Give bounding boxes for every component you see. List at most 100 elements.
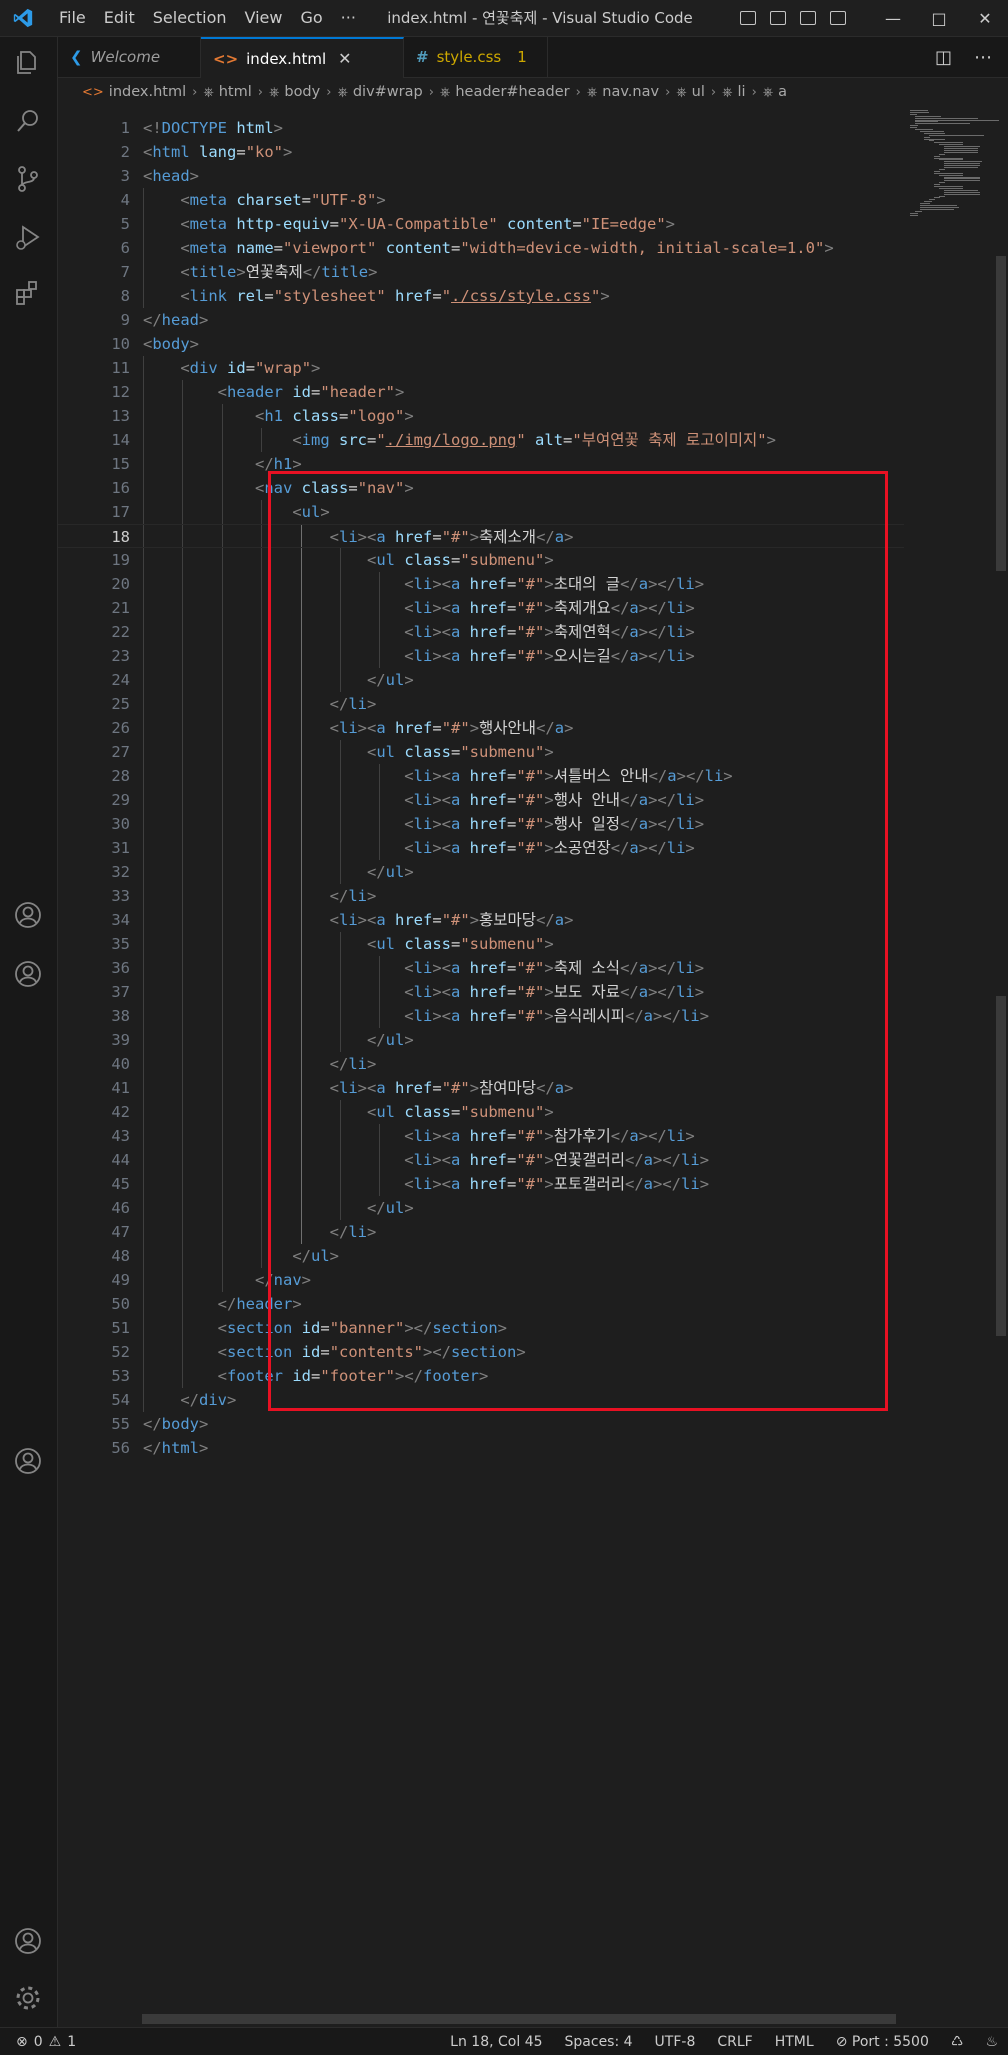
menu-edit[interactable]: Edit bbox=[95, 0, 144, 36]
code-text: <header id="header"> bbox=[143, 380, 405, 404]
code-token: = bbox=[236, 143, 246, 161]
code-token: head bbox=[152, 167, 190, 185]
code-editor[interactable]: 1 <!DOCTYPE html> 2 <html lang="ko"> 3 <head>… bbox=[58, 106, 904, 2026]
live-server-status[interactable]: ⊘ Port : 5500 bbox=[836, 2034, 929, 2050]
account-icon[interactable] bbox=[12, 899, 44, 931]
minimap-line bbox=[934, 142, 963, 144]
breadcrumb-item[interactable]: ⎈ div#wrap bbox=[337, 84, 422, 100]
explorer-icon[interactable] bbox=[12, 47, 44, 79]
code-token: " bbox=[441, 287, 452, 305]
toggle-primary-sidebar-icon[interactable] bbox=[740, 11, 756, 25]
eol-status[interactable]: CRLF bbox=[717, 2034, 752, 2050]
language-mode[interactable]: HTML bbox=[775, 2034, 814, 2050]
code-line[interactable]: 6 <meta name="viewport" content="width=d… bbox=[58, 236, 904, 260]
vertical-scrollbar[interactable] bbox=[994, 106, 1008, 2026]
menu-file[interactable]: File bbox=[50, 0, 95, 36]
code-token: " bbox=[591, 287, 601, 305]
code-token: </ bbox=[217, 1295, 237, 1313]
line-number: 20 bbox=[111, 575, 130, 593]
account-icon[interactable] bbox=[12, 1925, 44, 1957]
line-number: 29 bbox=[111, 791, 130, 809]
breadcrumb-item[interactable]: ⎈ a bbox=[763, 84, 787, 100]
maximize-button[interactable]: □ bbox=[916, 0, 962, 36]
breadcrumb-item[interactable]: ⎈ body bbox=[269, 84, 320, 100]
code-token: > bbox=[395, 383, 405, 401]
code-line[interactable]: 56 </html> bbox=[58, 1436, 904, 1460]
code-token: "IE=edge" bbox=[581, 215, 666, 233]
close-window-button[interactable]: ✕ bbox=[962, 0, 1008, 36]
gear-icon[interactable] bbox=[12, 1982, 44, 2014]
minimap[interactable] bbox=[904, 106, 999, 226]
line-number: 49 bbox=[111, 1271, 130, 1289]
line-number: 22 bbox=[111, 623, 130, 641]
tab-welcome[interactable]: ❮ Welcome bbox=[58, 37, 201, 77]
breadcrumb-label: index.html bbox=[108, 84, 187, 100]
breadcrumb-item[interactable]: ⎈ html bbox=[203, 84, 251, 100]
code-text: </div> bbox=[143, 1388, 236, 1412]
encoding-status[interactable]: UTF-8 bbox=[655, 2034, 696, 2050]
minimize-button[interactable]: — bbox=[870, 0, 916, 36]
toggle-secondary-sidebar-icon[interactable] bbox=[800, 11, 816, 25]
line-number: 16 bbox=[111, 479, 130, 497]
code-line[interactable]: 3 <head> bbox=[58, 164, 904, 188]
extensions-icon[interactable] bbox=[12, 277, 44, 309]
minimap-line bbox=[938, 187, 963, 189]
scrollbar-thumb[interactable] bbox=[996, 256, 1006, 571]
account-icon[interactable] bbox=[12, 958, 44, 990]
code-line[interactable]: 13 <h1 class="logo"> bbox=[58, 404, 904, 428]
code-line[interactable]: 5 <meta http-equiv="X-UA-Compatible" con… bbox=[58, 212, 904, 236]
toggle-panel-icon[interactable] bbox=[770, 11, 786, 25]
code-token: " bbox=[516, 431, 526, 449]
breadcrumb-item[interactable]: ⎈ ul bbox=[676, 84, 705, 100]
menu-selection[interactable]: Selection bbox=[144, 0, 236, 36]
search-icon[interactable] bbox=[12, 105, 44, 137]
bell-icon[interactable]: ♨ bbox=[985, 2034, 998, 2050]
code-line[interactable]: 10 <body> bbox=[58, 332, 904, 356]
line-number: 24 bbox=[111, 671, 130, 689]
code-line[interactable]: 4 <meta charset="UTF-8"> bbox=[58, 188, 904, 212]
close-icon[interactable]: ✕ bbox=[338, 49, 351, 68]
code-token: name bbox=[236, 239, 274, 257]
account-icon[interactable] bbox=[12, 1445, 44, 1477]
run-debug-icon[interactable] bbox=[12, 221, 44, 253]
code-text: <img src="./img/logo.png" alt="부여연꽃 축제 로… bbox=[143, 428, 776, 452]
breadcrumb-item[interactable]: ⎈ nav.nav bbox=[587, 84, 659, 100]
cursor-position[interactable]: Ln 18, Col 45 bbox=[450, 2034, 542, 2050]
indentation-status[interactable]: Spaces: 4 bbox=[565, 2034, 633, 2050]
minimap-line bbox=[943, 148, 979, 149]
minimap-line bbox=[934, 157, 963, 159]
tab-style-css[interactable]: # style.css 1 bbox=[404, 37, 548, 77]
code-line[interactable]: 9 </head> bbox=[58, 308, 904, 332]
code-line[interactable]: 55 </body> bbox=[58, 1412, 904, 1436]
code-line[interactable]: 14 <img src="./img/logo.png" alt="부여연꽃 축… bbox=[58, 428, 904, 452]
menu-view[interactable]: View bbox=[236, 0, 292, 36]
split-editor-icon[interactable]: ◫ bbox=[935, 47, 952, 68]
code-line[interactable]: 7 <title>연꽃축제</title> bbox=[58, 260, 904, 284]
code-line[interactable]: 12 <header id="header"> bbox=[58, 380, 904, 404]
code-token: "stylesheet" bbox=[273, 287, 386, 305]
code-token: html bbox=[152, 143, 190, 161]
customize-layout-icon[interactable] bbox=[830, 11, 846, 25]
code-token: > bbox=[766, 431, 776, 449]
code-line[interactable]: 8 <link rel="stylesheet" href="./css/sty… bbox=[58, 284, 904, 308]
breadcrumb-item[interactable]: ⎈ li bbox=[722, 84, 745, 100]
code-token: charset bbox=[236, 191, 302, 209]
line-number: 37 bbox=[111, 983, 130, 1001]
horizontal-scrollbar[interactable] bbox=[142, 2014, 896, 2024]
scrollbar-thumb[interactable] bbox=[996, 996, 1006, 1336]
breadcrumb-item[interactable]: <> index.html bbox=[82, 84, 186, 100]
code-line[interactable]: 11 <div id="wrap"> bbox=[58, 356, 904, 380]
problems-status[interactable]: ⊗ 0 ⚠ 1 bbox=[16, 2028, 76, 2055]
feedback-icon[interactable]: ♺ bbox=[951, 2034, 964, 2050]
breadcrumb-item[interactable]: ⎈ header#header bbox=[440, 84, 570, 100]
tab-index-html[interactable]: <> index.html ✕ bbox=[201, 37, 404, 78]
minimap-line bbox=[943, 149, 979, 151]
more-actions-icon[interactable]: ⋯ bbox=[974, 47, 992, 68]
code-line[interactable]: 1 <!DOCTYPE html> bbox=[58, 116, 904, 140]
source-control-icon[interactable] bbox=[12, 163, 44, 195]
code-line[interactable]: 2 <html lang="ko"> bbox=[58, 140, 904, 164]
code-text: </body> bbox=[143, 1412, 208, 1436]
